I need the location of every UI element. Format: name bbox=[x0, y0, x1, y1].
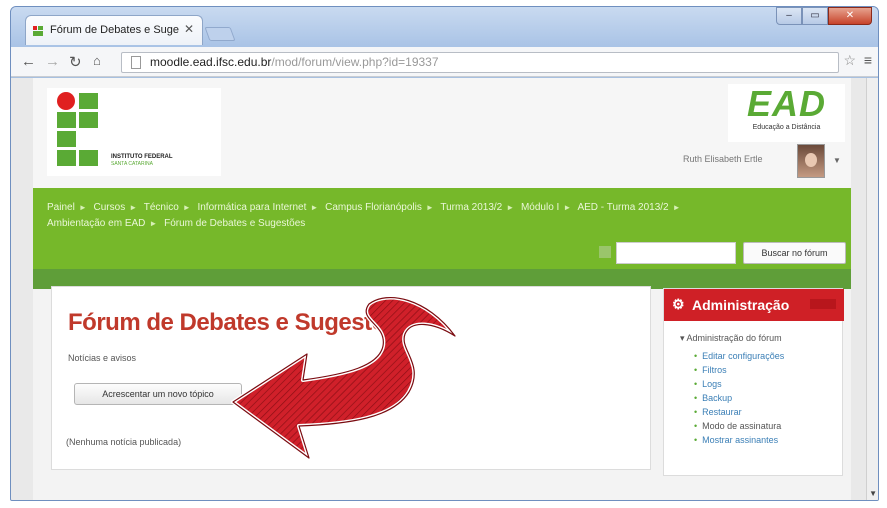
page-icon bbox=[131, 56, 141, 69]
vertical-scrollbar[interactable]: ▼ bbox=[866, 78, 878, 500]
url-host: moodle.ead.ifsc.edu.br bbox=[150, 55, 272, 69]
minimize-button[interactable]: – bbox=[776, 7, 802, 25]
logo-square bbox=[57, 112, 76, 128]
avatar[interactable] bbox=[797, 144, 825, 178]
breadcrumb-item[interactable]: Técnico bbox=[144, 202, 179, 213]
logo-square bbox=[79, 93, 98, 109]
forum-admin-root-label: Administração do fórum bbox=[686, 333, 782, 343]
logo-square bbox=[57, 131, 76, 147]
admin-item-restore[interactable]: Restaurar bbox=[694, 405, 784, 419]
administration-block: ⚙ Administração ▾ Administração do fórum… bbox=[663, 288, 844, 476]
breadcrumb-item[interactable]: Campus Florianópolis bbox=[325, 202, 422, 213]
breadcrumb-item[interactable]: Ambientação em EAD bbox=[47, 218, 145, 229]
address-bar[interactable]: moodle.ead.ifsc.edu.br/mod/forum/view.ph… bbox=[121, 52, 839, 73]
admin-item-show-subscribers[interactable]: Mostrar assinantes bbox=[694, 433, 784, 447]
breadcrumb: Painel ► Cursos ► Técnico ► Informática par… bbox=[47, 200, 837, 232]
admin-item-filters[interactable]: Filtros bbox=[694, 363, 784, 377]
logo-subtitle: SANTA CATARINA bbox=[111, 161, 153, 167]
url-path: /mod/forum/view.php?id=19337 bbox=[271, 55, 439, 69]
ead-logo: EAD Educação a Distância bbox=[728, 84, 845, 142]
navigation-bar: Painel ► Cursos ► Técnico ► Informática par… bbox=[33, 188, 851, 269]
breadcrumb-separator-icon: ► bbox=[425, 203, 434, 212]
logo-square bbox=[79, 112, 98, 128]
breadcrumb-item[interactable]: Informática para Internet bbox=[197, 202, 306, 213]
ifsc-logo[interactable]: INSTITUTO FEDERAL SANTA CATARINA bbox=[47, 88, 221, 176]
add-topic-button[interactable]: Acrescentar um novo tópico bbox=[74, 383, 242, 405]
maximize-button[interactable]: ▭ bbox=[802, 7, 828, 25]
breadcrumb-item[interactable]: Módulo I bbox=[521, 202, 559, 213]
title-bar: Fórum de Debates e Suge ✕ – ▭ ✕ bbox=[11, 7, 878, 47]
browser-window: Fórum de Debates e Suge ✕ – ▭ ✕ ← → ↻ ⌂ … bbox=[10, 6, 879, 501]
administration-header[interactable]: ⚙ Administração bbox=[664, 289, 844, 321]
user-name[interactable]: Ruth Elisabeth Ertle bbox=[683, 154, 763, 164]
browser-tab[interactable]: Fórum de Debates e Suge ✕ bbox=[25, 15, 203, 45]
forum-admin-root[interactable]: ▾ Administração do fórum bbox=[680, 333, 782, 344]
breadcrumb-current: Fórum de Debates e Sugestões bbox=[164, 218, 306, 229]
window-controls: – ▭ ✕ bbox=[776, 7, 872, 25]
new-tab-button[interactable] bbox=[204, 27, 236, 41]
menu-icon[interactable]: ≡ bbox=[864, 52, 872, 68]
search-forum-input[interactable] bbox=[616, 242, 736, 264]
gears-icon: ⚙ bbox=[672, 296, 685, 312]
collapse-block-icon[interactable] bbox=[810, 299, 836, 309]
page-viewport: INSTITUTO FEDERAL SANTA CATARINA EAD Edu… bbox=[11, 78, 878, 500]
admin-item-backup[interactable]: Backup bbox=[694, 391, 784, 405]
back-arrow-icon[interactable]: ← bbox=[21, 53, 36, 70]
breadcrumb-separator-icon: ► bbox=[129, 203, 138, 212]
ead-logo-subtitle: Educação a Distância bbox=[752, 124, 821, 131]
administration-title: Administração bbox=[692, 297, 790, 313]
reload-icon[interactable]: ↻ bbox=[69, 53, 82, 71]
breadcrumb-item[interactable]: Painel bbox=[47, 202, 75, 213]
breadcrumb-separator-icon: ► bbox=[310, 203, 319, 212]
close-tab-icon[interactable]: ✕ bbox=[184, 22, 194, 36]
logo-square bbox=[57, 150, 76, 166]
forward-arrow-icon[interactable]: → bbox=[45, 53, 60, 70]
bookmark-star-icon[interactable]: ☆ bbox=[843, 52, 856, 69]
logo-square bbox=[79, 150, 98, 166]
logo-title: INSTITUTO FEDERAL bbox=[111, 154, 173, 160]
breadcrumb-separator-icon: ► bbox=[182, 203, 191, 212]
search-forum-button[interactable]: Buscar no fórum bbox=[743, 242, 846, 264]
browser-toolbar: ← → ↻ ⌂ moodle.ead.ifsc.edu.br/mod/forum… bbox=[11, 47, 878, 77]
user-menu-caret-icon[interactable]: ▼ bbox=[833, 156, 841, 165]
breadcrumb-item[interactable]: Turma 2013/2 bbox=[440, 202, 502, 213]
admin-menu-list: Editar configurações Filtros Logs Backup… bbox=[694, 349, 784, 447]
tab-title: Fórum de Debates e Suge bbox=[50, 24, 180, 36]
breadcrumb-item[interactable]: AED - Turma 2013/2 bbox=[577, 202, 668, 213]
scroll-down-arrow-icon[interactable]: ▼ bbox=[869, 489, 877, 498]
red-pointer-arrow-graphic bbox=[231, 295, 457, 460]
breadcrumb-item[interactable]: Cursos bbox=[94, 202, 126, 213]
empty-state-text: (Nenhuma notícia publicada) bbox=[66, 437, 182, 447]
close-window-button[interactable]: ✕ bbox=[828, 7, 872, 25]
breadcrumb-separator-icon: ► bbox=[506, 203, 515, 212]
site-header: INSTITUTO FEDERAL SANTA CATARINA EAD Edu… bbox=[33, 78, 851, 188]
ead-logo-text: EAD bbox=[746, 83, 826, 124]
breadcrumb-separator-icon: ► bbox=[149, 219, 158, 228]
breadcrumb-separator-icon: ► bbox=[78, 203, 87, 212]
favicon-icon bbox=[33, 26, 43, 36]
admin-item-logs[interactable]: Logs bbox=[694, 377, 784, 391]
news-label: Notícias e avisos bbox=[68, 353, 137, 363]
admin-item-edit-settings[interactable]: Editar configurações bbox=[694, 349, 784, 363]
breadcrumb-separator-icon: ► bbox=[672, 203, 681, 212]
search-grip-icon bbox=[599, 246, 611, 258]
logo-red-dot bbox=[57, 92, 75, 110]
breadcrumb-separator-icon: ► bbox=[563, 203, 572, 212]
home-icon[interactable]: ⌂ bbox=[93, 53, 101, 68]
moodle-page: INSTITUTO FEDERAL SANTA CATARINA EAD Edu… bbox=[33, 78, 851, 500]
admin-item-subscription-mode[interactable]: Modo de assinatura bbox=[694, 419, 784, 433]
